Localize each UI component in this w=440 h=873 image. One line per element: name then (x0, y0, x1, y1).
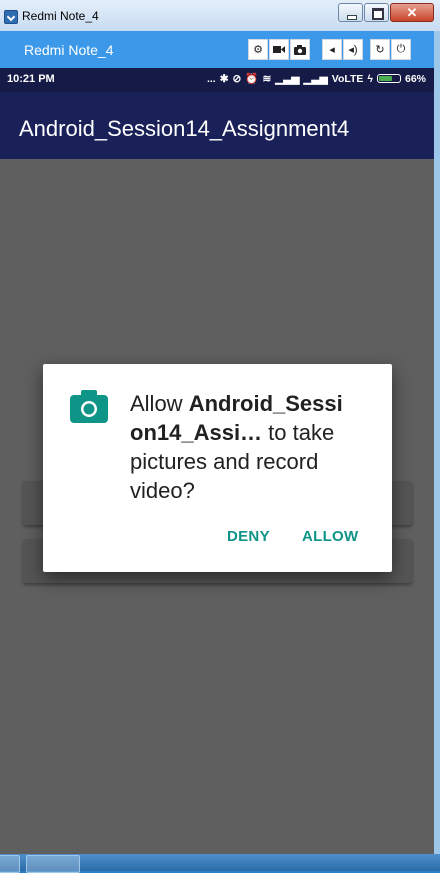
volume-up-icon[interactable]: ◂) (343, 39, 363, 60)
permission-dialog: Allow Android_Sessi on14_Assi… to take pi… (43, 364, 392, 572)
minimize-button[interactable] (338, 3, 363, 22)
status-icons: ... ✱ ⊘ ⏰ ≋ ▁▃▅ ▁▃▅ VoLTE ϟ 66% (206, 72, 426, 86)
deny-button[interactable]: DENY (227, 528, 270, 545)
taskbar-item-2[interactable] (26, 855, 80, 873)
permission-message: Allow Android_Sessi on14_Assi… to take pi… (130, 389, 370, 505)
status-bar: 10:21 PM ... ✱ ⊘ ⏰ ≋ ▁▃▅ ▁▃▅ VoLTE ϟ 66% (0, 68, 434, 92)
volume-down-icon[interactable]: ◂ (322, 39, 342, 60)
emulator-toolbar: Redmi Note_4 ⚙ ◂ ◂) ↻ ⏻ (0, 31, 440, 68)
battery-fill (378, 76, 392, 81)
network-type: VoLTE (331, 72, 364, 85)
maximize-button[interactable] (364, 3, 389, 22)
video-record-icon[interactable] (269, 39, 289, 60)
taskbar (0, 854, 440, 873)
vibrate-off-icon: ⊘ (232, 72, 242, 85)
overflow-dots: ... (206, 72, 216, 85)
bluetooth-icon: ✱ (219, 72, 229, 85)
window-edge (434, 31, 440, 854)
status-time: 10:21 PM (7, 73, 55, 85)
close-icon: ✕ (406, 5, 418, 20)
message-prefix: Allow (130, 391, 189, 416)
close-button[interactable]: ✕ (390, 3, 434, 22)
signal-icon-2: ▁▃▅ (303, 72, 328, 85)
power-icon[interactable]: ⏻ (391, 39, 411, 60)
app-window-icon (4, 10, 18, 24)
rotate-icon[interactable]: ↻ (370, 39, 390, 60)
settings-icon[interactable]: ⚙ (248, 39, 268, 60)
charging-icon: ϟ (367, 72, 373, 85)
window-title: Redmi Note_4 (22, 9, 99, 23)
capture-controls: ⚙ (248, 39, 311, 60)
battery-icon (376, 74, 401, 83)
alarm-icon: ⏰ (245, 73, 259, 85)
device-controls: ↻ ⏻ (370, 39, 412, 60)
camera-icon[interactable] (290, 39, 310, 60)
app-title: Android_Session14_Assignment4 (19, 116, 350, 141)
allow-button[interactable]: ALLOW (302, 528, 358, 545)
app-bar: Android_Session14_Assignment4 (0, 92, 434, 159)
battery-percent: 66% (404, 72, 426, 85)
volume-controls: ◂ ◂) (322, 39, 364, 60)
device-name: Redmi Note_4 (24, 42, 114, 58)
taskbar-item-1[interactable] (0, 855, 20, 873)
window-title-bar: Redmi Note_4 ✕ (0, 0, 440, 32)
wifi-icon: ≋ (262, 72, 272, 85)
signal-icon: ▁▃▅ (275, 72, 300, 85)
camera-icon (70, 390, 108, 423)
app-name-line2: on14_Assi… (130, 420, 263, 445)
app-name-line1: Android_Sessi (188, 391, 343, 416)
